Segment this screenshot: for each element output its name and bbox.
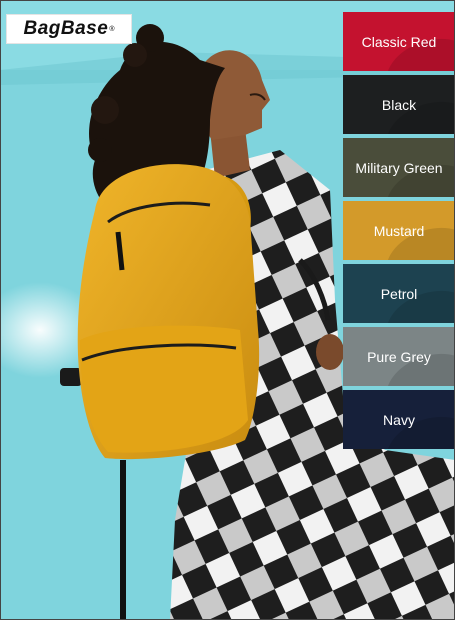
swatch-classic-red[interactable]: Classic Red (343, 12, 455, 71)
swatch-label: Pure Grey (367, 348, 431, 365)
registered-mark: ® (109, 25, 115, 33)
swatch-label: Military Green (355, 159, 443, 176)
swatch-pure-grey[interactable]: Pure Grey (343, 327, 455, 386)
swatch-black[interactable]: Black (343, 75, 455, 134)
swatch-label: Navy (383, 411, 415, 428)
swatch-petrol[interactable]: Petrol (343, 264, 455, 323)
colour-swatch-list: Classic Red Black Military Green Mustard… (343, 12, 455, 453)
logo-text: BagBase (23, 18, 109, 39)
swatch-navy[interactable]: Navy (343, 390, 455, 449)
product-colour-page: BagBase ® Classic Red Black Military Gree… (0, 0, 455, 620)
swatch-label: Petrol (380, 285, 418, 302)
swatch-military-green[interactable]: Military Green (343, 138, 455, 197)
swatch-mustard[interactable]: Mustard (343, 201, 455, 260)
bagbase-logo: BagBase ® (6, 14, 132, 44)
light-stand (120, 460, 126, 620)
swatch-label: Mustard (373, 222, 425, 239)
swatch-label: Black (381, 96, 417, 113)
swatch-label: Classic Red (361, 33, 437, 50)
